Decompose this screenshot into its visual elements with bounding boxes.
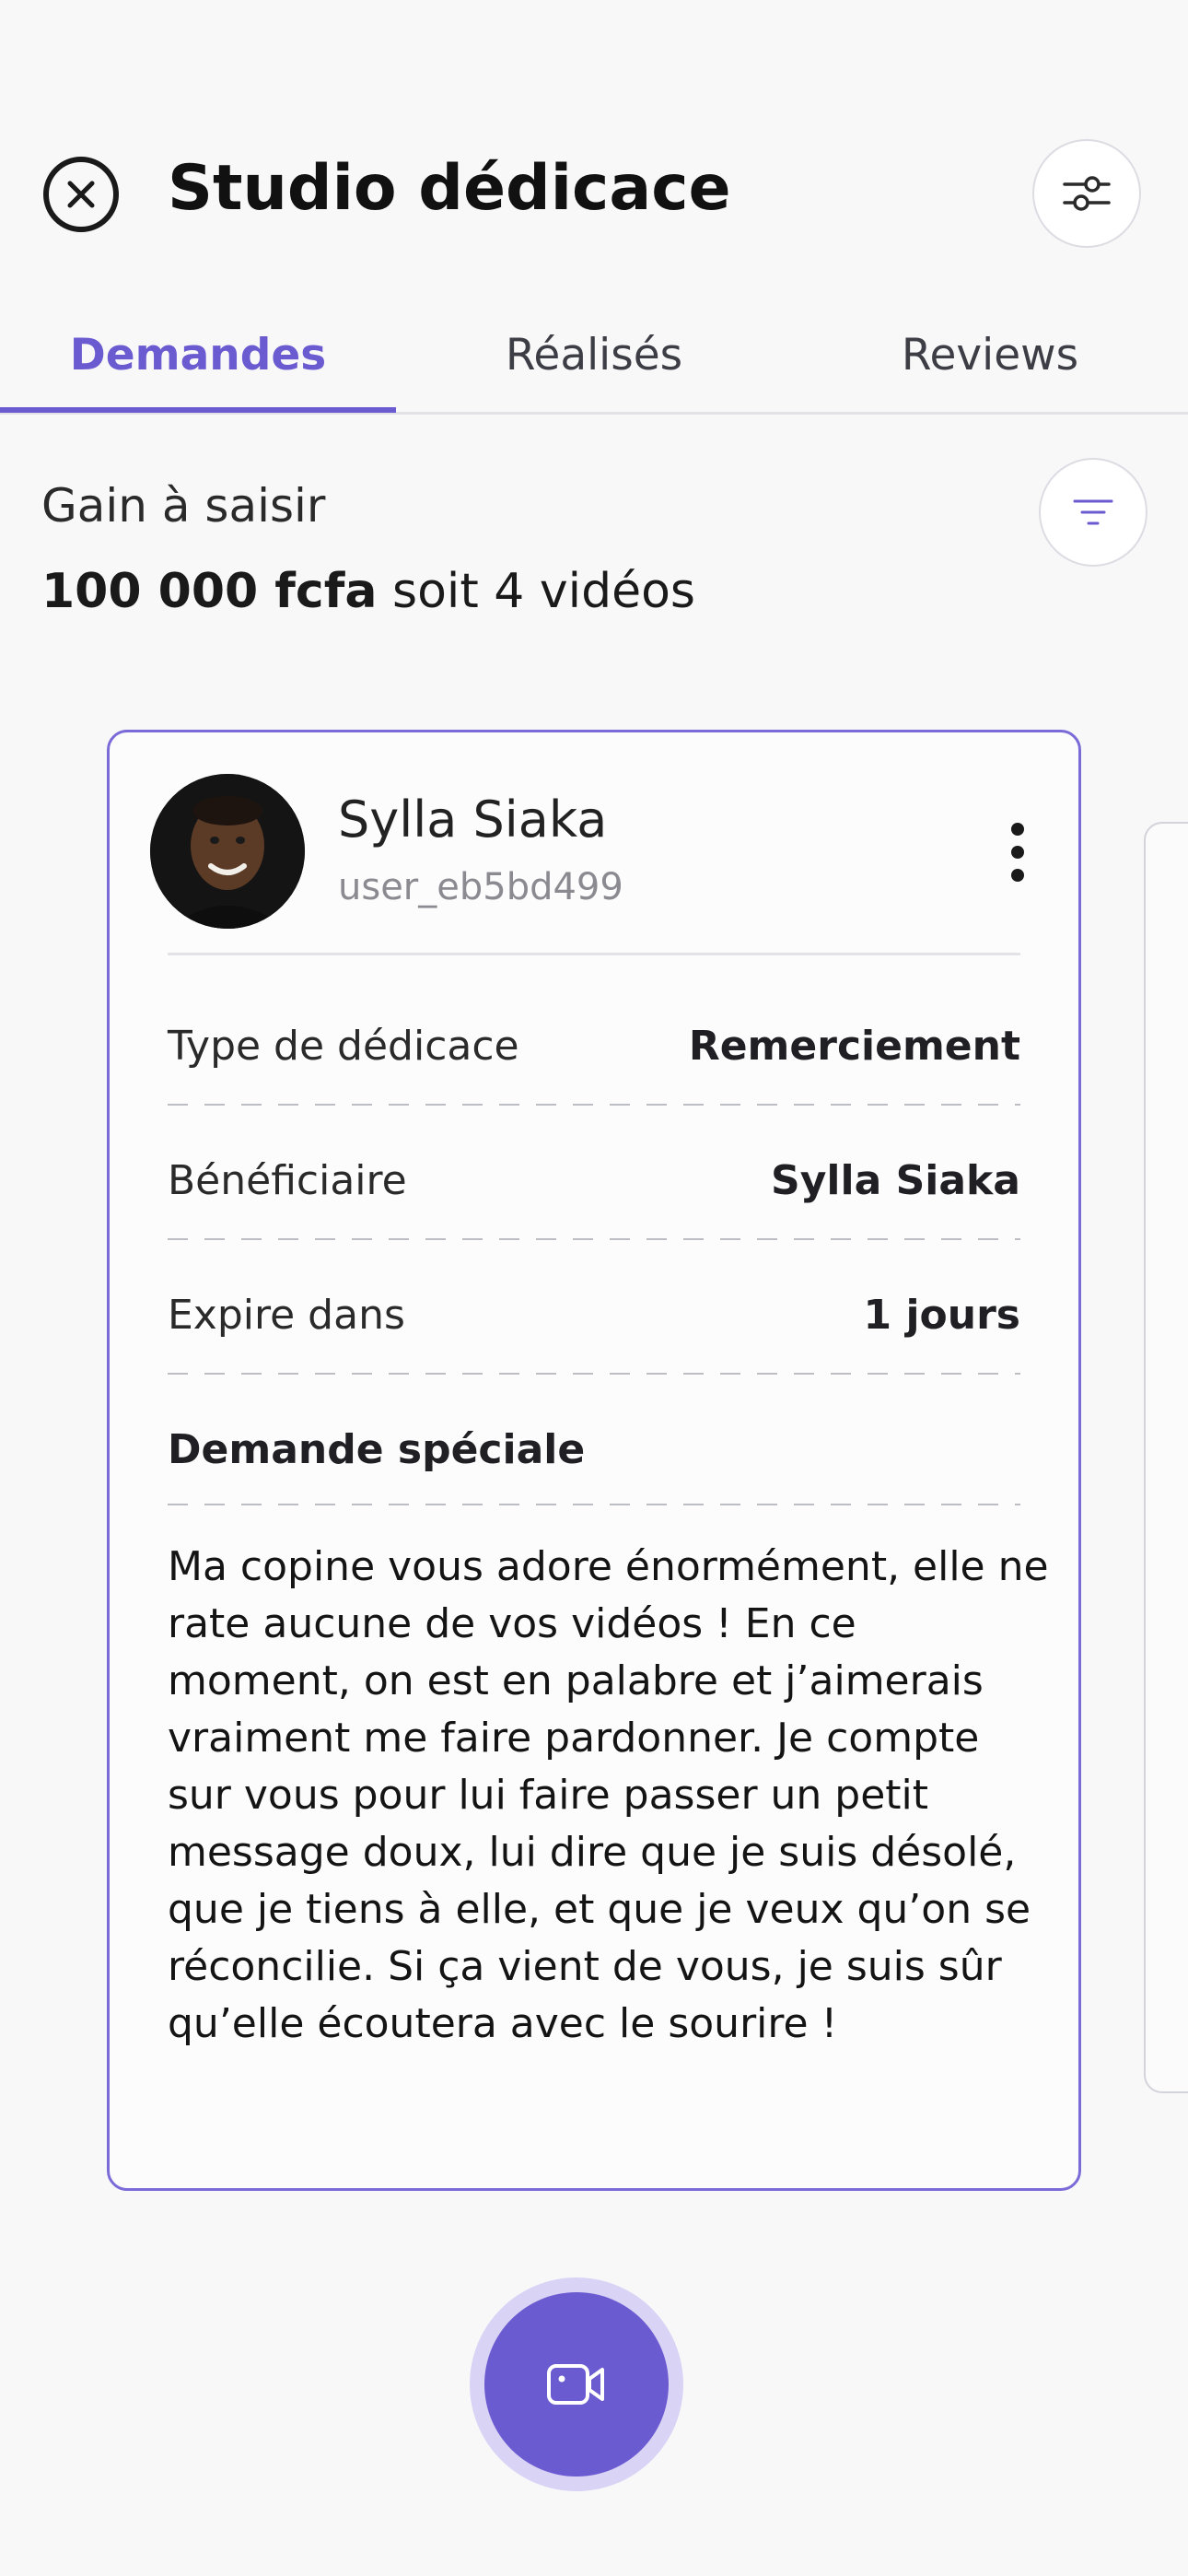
settings-button[interactable] xyxy=(1032,139,1141,248)
gain-label: Gain à saisir xyxy=(41,479,326,533)
user-name: Sylla Siaka xyxy=(338,790,608,849)
tab-reviews[interactable]: Reviews xyxy=(792,295,1188,415)
tab-realises[interactable]: Réalisés xyxy=(396,295,792,415)
dashed-divider xyxy=(168,1373,1020,1375)
detail-row-expiry: Expire dans 1 jours xyxy=(168,1292,1020,1375)
detail-label: Expire dans xyxy=(168,1292,405,1339)
tab-demandes[interactable]: Demandes xyxy=(0,295,396,415)
user-handle: user_eb5bd499 xyxy=(338,866,623,908)
record-video-button[interactable] xyxy=(484,2292,669,2476)
kebab-dot-icon xyxy=(1011,823,1024,836)
gain-value: 100 000 fcfa soit 4 vidéos xyxy=(41,564,695,619)
sliders-icon xyxy=(1063,176,1111,211)
dashed-divider xyxy=(168,1104,1020,1106)
next-request-card[interactable] xyxy=(1144,822,1188,2093)
avatar-portrait xyxy=(150,774,305,929)
detail-row-type: Type de dédicace Remerciement xyxy=(168,1023,1020,1106)
special-request-text: Ma copine vous adore énormément, elle ne… xyxy=(168,1543,1049,2047)
card-divider xyxy=(168,953,1020,955)
avatar xyxy=(150,774,305,929)
more-options-button[interactable] xyxy=(999,815,1036,889)
gain-amount: 100 000 fcfa xyxy=(41,564,378,619)
detail-row-beneficiary: Bénéficiaire Sylla Siaka xyxy=(168,1157,1020,1240)
tab-bar: Demandes Réalisés Reviews xyxy=(0,295,1188,415)
detail-value: Sylla Siaka xyxy=(771,1157,1020,1204)
filter-lines-icon xyxy=(1073,499,1113,525)
detail-value: 1 jours xyxy=(863,1292,1020,1339)
filter-button[interactable] xyxy=(1039,458,1147,567)
kebab-dot-icon xyxy=(1011,846,1024,859)
gain-suffix: soit 4 vidéos xyxy=(377,564,696,619)
detail-value: Remerciement xyxy=(688,1023,1020,1070)
active-tab-indicator xyxy=(0,407,396,413)
special-request-title: Demande spéciale xyxy=(168,1426,586,1473)
dashed-divider xyxy=(168,1238,1020,1240)
video-camera-icon xyxy=(547,2364,604,2405)
kebab-dot-icon xyxy=(1011,869,1024,882)
detail-label: Bénéficiaire xyxy=(168,1157,407,1204)
detail-label: Type de dédicace xyxy=(168,1023,519,1070)
close-circle-icon xyxy=(67,181,95,208)
page-title: Studio dédicace xyxy=(168,152,731,225)
dashed-divider xyxy=(168,1504,1020,1505)
close-button[interactable] xyxy=(43,157,119,232)
